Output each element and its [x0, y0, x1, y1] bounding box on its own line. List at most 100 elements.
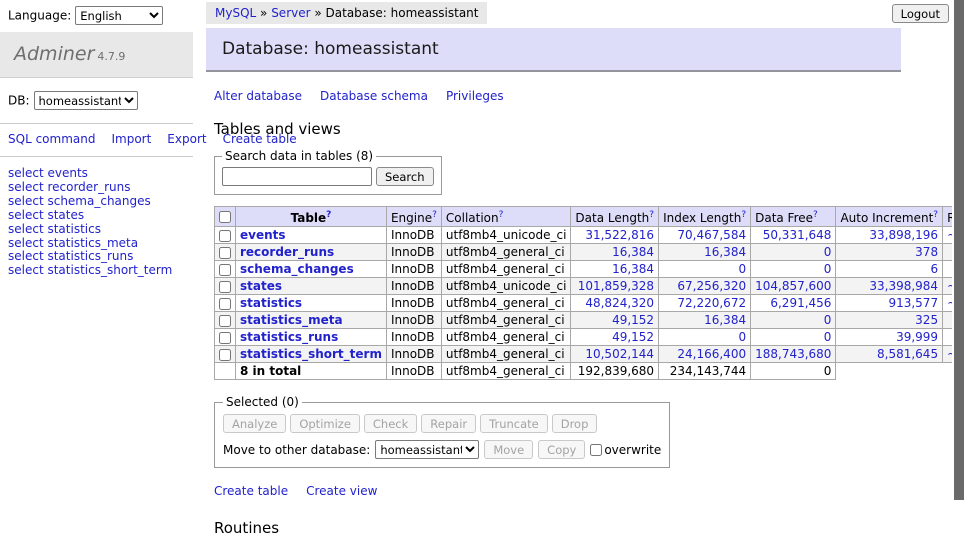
auto-increment-cell: 378: [836, 244, 943, 261]
data-length-cell: 49,152: [571, 329, 659, 346]
table-name-link[interactable]: states: [240, 279, 282, 293]
truncate-button[interactable]: Truncate: [480, 414, 548, 433]
overwrite-label: overwrite: [604, 443, 661, 457]
row-checkbox[interactable]: [219, 264, 231, 276]
auto-increment-cell: 39,999: [836, 329, 943, 346]
move-db-select[interactable]: homeassistant: [375, 440, 479, 459]
sidebar-command-link[interactable]: Export: [167, 132, 206, 146]
row-checkbox[interactable]: [219, 298, 231, 310]
sidebar-divider: [0, 123, 193, 124]
table-name-cell: events: [236, 227, 387, 244]
search-fieldset: Search data in tables (8) Search: [214, 149, 442, 195]
move-button[interactable]: Move: [484, 440, 533, 459]
app-name: Adminer: [14, 43, 94, 65]
column-header-collation: Collation?: [441, 207, 571, 227]
table-row: statistics_metaInnoDButf8mb4_general_ci4…: [215, 312, 966, 329]
select-all-checkbox[interactable]: [219, 211, 231, 223]
sidebar-command-link[interactable]: Import: [111, 132, 151, 146]
search-button[interactable]: Search: [376, 167, 434, 186]
page-title: Database: homeassistant: [206, 28, 901, 72]
row-checkbox[interactable]: [219, 281, 231, 293]
column-help-link[interactable]: ?: [326, 210, 331, 220]
db-nav-link[interactable]: Alter database: [214, 89, 302, 103]
check-button[interactable]: Check: [364, 414, 417, 433]
row-checkbox[interactable]: [219, 315, 231, 327]
breadcrumb-link[interactable]: Server: [271, 6, 310, 20]
table-name-cell: recorder_runs: [236, 244, 387, 261]
column-help-link[interactable]: ?: [649, 210, 654, 220]
data-free-cell: 0: [751, 244, 836, 261]
table-row: statistics_short_termInnoDButf8mb4_gener…: [215, 346, 966, 363]
data-free-cell: 0: [751, 312, 836, 329]
engine-cell: InnoDB: [386, 227, 441, 244]
sidebar-table-link[interactable]: select statistics_meta: [8, 237, 185, 251]
sidebar-table-link[interactable]: select statistics_short_term: [8, 264, 185, 278]
sidebar-table-link[interactable]: select recorder_runs: [8, 181, 185, 195]
index-length-cell: 70,467,584: [659, 227, 751, 244]
row-checkbox[interactable]: [219, 332, 231, 344]
table-name-link[interactable]: statistics_meta: [240, 313, 343, 327]
auto-increment-cell: 325: [836, 312, 943, 329]
collation-cell: utf8mb4_general_ci: [441, 346, 571, 363]
breadcrumb-link[interactable]: MySQL: [215, 6, 256, 20]
routines-heading: Routines: [214, 519, 966, 537]
sidebar-command-link[interactable]: SQL command: [8, 132, 95, 146]
scrollbar-thumb[interactable]: [954, 0, 964, 500]
db-selector-row: DB:homeassistant: [0, 78, 193, 119]
data-length-cell: 10,502,144: [571, 346, 659, 363]
analyze-button[interactable]: Analyze: [223, 414, 286, 433]
auto-increment-cell: 6: [836, 261, 943, 278]
sidebar: Language:English Adminer4.7.9 DB:homeass…: [0, 0, 193, 280]
row-checkbox-cell: [215, 346, 236, 363]
optimize-button[interactable]: Optimize: [290, 414, 360, 433]
row-checkbox-cell: [215, 295, 236, 312]
move-row: Move to other database: homeassistant Mo…: [223, 440, 661, 459]
sidebar-table-link[interactable]: select statistics: [8, 223, 185, 237]
sidebar-table-link[interactable]: select schema_changes: [8, 195, 185, 209]
sidebar-table-link[interactable]: select statistics_runs: [8, 250, 185, 264]
column-help-link[interactable]: ?: [933, 210, 938, 220]
scrollbar-track[interactable]: [952, 0, 966, 543]
column-header-data-free: Data Free?: [751, 207, 836, 227]
column-help-link[interactable]: ?: [432, 210, 437, 220]
engine-cell: InnoDB: [386, 312, 441, 329]
sidebar-command-links: SQL commandImportExportCreate table: [0, 132, 193, 152]
tables-heading: Tables and views: [214, 120, 966, 138]
table-name-link[interactable]: events: [240, 228, 286, 242]
create-link[interactable]: Create view: [306, 484, 377, 498]
db-nav-link[interactable]: Database schema: [320, 89, 428, 103]
table-name-link[interactable]: statistics_runs: [240, 330, 338, 344]
table-name-link[interactable]: statistics_short_term: [240, 347, 382, 361]
copy-button[interactable]: Copy: [538, 440, 585, 459]
column-header-table: Table?: [236, 207, 387, 227]
data-free-cell: 6,291,456: [751, 295, 836, 312]
language-select[interactable]: English: [75, 6, 163, 25]
create-link[interactable]: Create table: [214, 484, 288, 498]
repair-button[interactable]: Repair: [421, 414, 476, 433]
column-header-data-length: Data Length?: [571, 207, 659, 227]
sidebar-table-link[interactable]: select states: [8, 209, 185, 223]
column-help-link[interactable]: ?: [499, 210, 504, 220]
column-help-link[interactable]: ?: [813, 210, 818, 220]
sidebar-divider: [0, 156, 193, 157]
select-all-cell: [215, 207, 236, 227]
column-help-link[interactable]: ?: [741, 210, 746, 220]
index-length-cell: 0: [659, 329, 751, 346]
table-name-link[interactable]: schema_changes: [240, 262, 354, 276]
sidebar-table-link[interactable]: select events: [8, 167, 185, 181]
search-input[interactable]: [222, 167, 372, 186]
data-length-cell: 16,384: [571, 244, 659, 261]
auto-increment-cell: 8,581,645: [836, 346, 943, 363]
auto-increment-cell: 33,398,984: [836, 278, 943, 295]
db-select[interactable]: homeassistant: [34, 91, 138, 110]
db-nav-link[interactable]: Privileges: [446, 89, 504, 103]
table-name-link[interactable]: recorder_runs: [240, 245, 334, 259]
table-row: statisticsInnoDButf8mb4_general_ci48,824…: [215, 295, 966, 312]
row-checkbox[interactable]: [219, 247, 231, 259]
row-checkbox[interactable]: [219, 230, 231, 242]
index-length-cell: 24,166,400: [659, 346, 751, 363]
overwrite-checkbox[interactable]: [590, 444, 602, 456]
table-name-link[interactable]: statistics: [240, 296, 302, 310]
row-checkbox[interactable]: [219, 349, 231, 361]
drop-button[interactable]: Drop: [552, 414, 598, 433]
